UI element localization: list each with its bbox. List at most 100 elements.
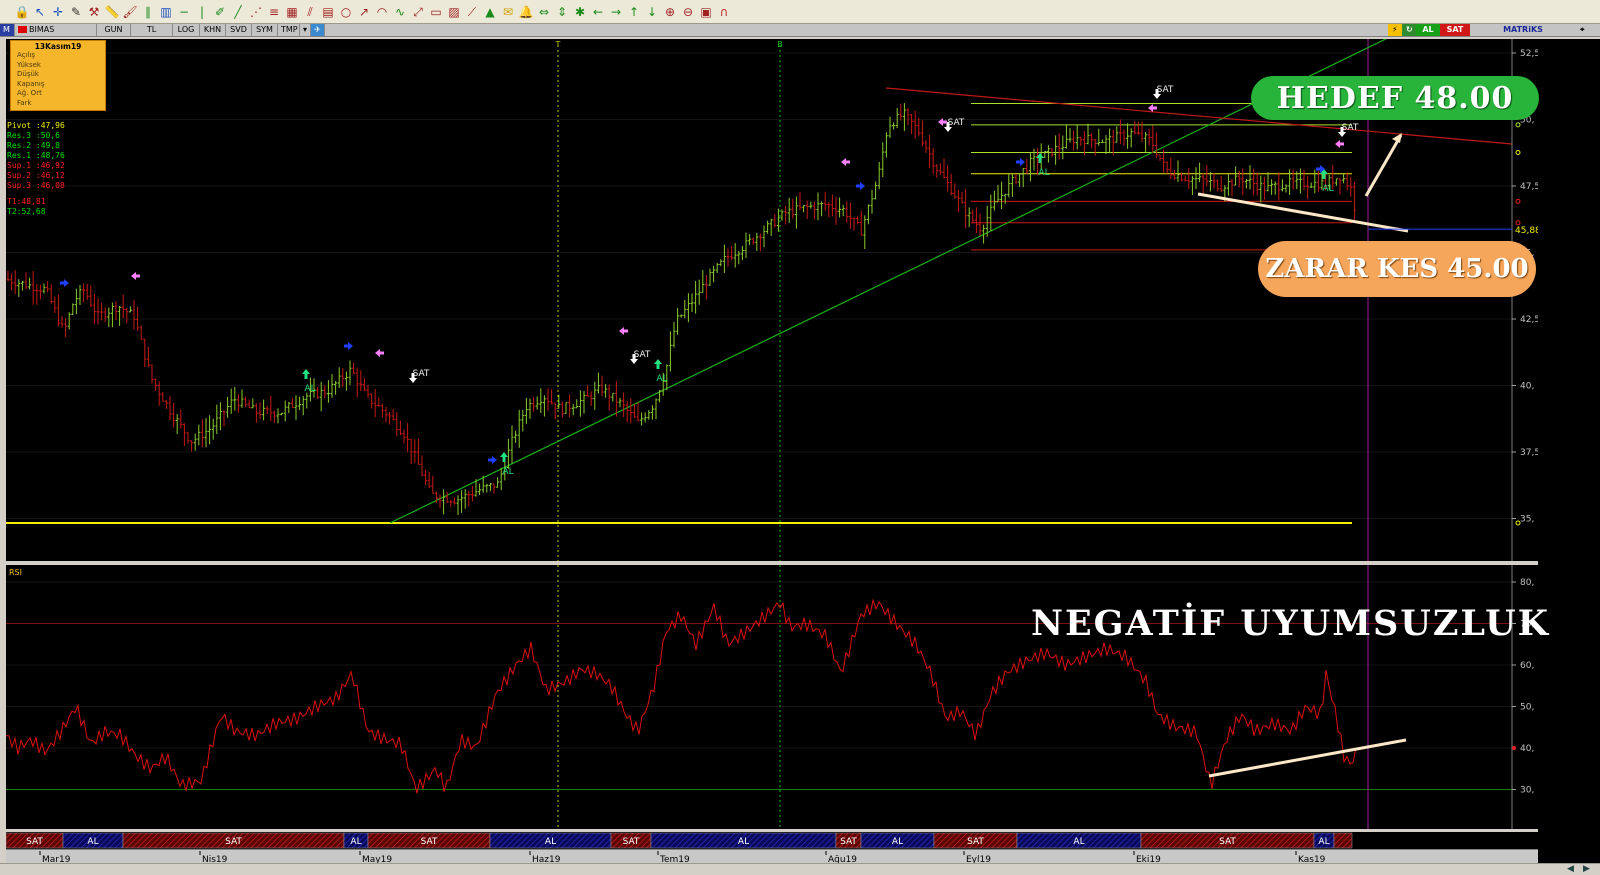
log-button[interactable]: LOG bbox=[173, 24, 200, 36]
price-bar bbox=[236, 394, 240, 413]
price-bar bbox=[186, 432, 190, 444]
price-bar bbox=[622, 392, 626, 417]
window-menu-button[interactable]: M bbox=[0, 24, 15, 36]
magnet-icon[interactable]: ∩ bbox=[716, 4, 732, 20]
cycle-icon[interactable]: ○ bbox=[338, 4, 354, 20]
period-selector[interactable]: GUN bbox=[97, 24, 131, 36]
pencil-icon[interactable]: ✎ bbox=[68, 4, 84, 20]
ruler-icon[interactable]: 📏 bbox=[104, 4, 120, 20]
lightning-icon[interactable]: ⚡ bbox=[1388, 24, 1402, 36]
zoom-in-icon[interactable]: ⊕ bbox=[662, 4, 678, 20]
price-bar bbox=[636, 402, 640, 422]
hammer-icon[interactable]: ⚒ bbox=[86, 4, 102, 20]
regression-icon[interactable]: ⤢ bbox=[410, 4, 426, 20]
time-axis-label: Mar19 bbox=[42, 855, 71, 863]
up-down-icon[interactable]: ⇕ bbox=[554, 4, 570, 20]
price-axis-label: 52,5 bbox=[1520, 49, 1538, 59]
pink-marker-icon bbox=[1335, 140, 1344, 148]
arc-icon[interactable]: ◠ bbox=[374, 4, 390, 20]
lock-icon[interactable]: 🔒 bbox=[14, 4, 30, 20]
price-bar bbox=[935, 163, 939, 178]
vline-icon[interactable]: | bbox=[194, 4, 210, 20]
refresh-icon[interactable]: ↻ bbox=[1402, 24, 1416, 36]
channel-icon[interactable]: ⫽ bbox=[302, 4, 318, 20]
arrow-right-icon[interactable]: → bbox=[608, 4, 624, 20]
minus-icon[interactable]: − bbox=[176, 4, 192, 20]
time-axis-label: Eki19 bbox=[1136, 855, 1161, 863]
price-bar bbox=[820, 201, 824, 217]
zoom-out-icon[interactable]: ⊖ bbox=[680, 4, 696, 20]
price-bar bbox=[978, 213, 982, 236]
hatch-icon[interactable]: ▨ bbox=[446, 4, 462, 20]
fib-icon[interactable]: ≡ bbox=[266, 4, 282, 20]
star-icon[interactable]: ✱ bbox=[572, 4, 588, 20]
arrow-down-icon[interactable]: ↓ bbox=[644, 4, 660, 20]
bell-icon[interactable]: 🔔 bbox=[518, 4, 534, 20]
info-row-high: Yüksek bbox=[17, 60, 41, 69]
symbol-selector[interactable]: BIMAS bbox=[15, 24, 97, 36]
scroll-left-icon[interactable]: ◀ bbox=[1567, 864, 1574, 875]
arrow-up-icon[interactable]: ↑ bbox=[626, 4, 642, 20]
pin-icon[interactable]: ⌖ bbox=[1576, 24, 1600, 36]
frame-icon[interactable]: ▣ bbox=[698, 4, 714, 20]
price-bar bbox=[776, 208, 780, 232]
gann-icon[interactable]: ▦ bbox=[284, 4, 300, 20]
price-bar bbox=[1090, 133, 1094, 149]
price-bar bbox=[64, 318, 68, 338]
grid-icon[interactable]: ▤ bbox=[320, 4, 336, 20]
sat-signal-button[interactable]: SAT bbox=[1440, 24, 1470, 36]
speed-icon[interactable]: ↗ bbox=[356, 4, 372, 20]
price-bar bbox=[190, 440, 194, 452]
price-bar bbox=[751, 237, 755, 245]
price-bar bbox=[928, 134, 932, 169]
price-bar bbox=[46, 281, 50, 293]
blue-marker-icon bbox=[856, 182, 865, 190]
price-bar bbox=[1237, 170, 1241, 188]
fit-icon[interactable]: ⇔ bbox=[536, 4, 552, 20]
price-bar bbox=[1025, 158, 1029, 174]
price-bar bbox=[884, 132, 888, 158]
elliott-icon[interactable]: ∿ bbox=[392, 4, 408, 20]
bars-icon[interactable]: ▥ bbox=[158, 4, 174, 20]
crosshair-icon[interactable]: ✛ bbox=[50, 4, 66, 20]
price-bar bbox=[215, 404, 219, 435]
price-bar bbox=[161, 391, 165, 402]
note-icon[interactable]: ✉ bbox=[500, 4, 516, 20]
trend-icon[interactable]: ╱ bbox=[230, 4, 246, 20]
tmp-button[interactable]: TMP bbox=[278, 24, 300, 36]
price-bar bbox=[280, 412, 284, 416]
price-bar bbox=[1144, 131, 1148, 152]
al-signal-button[interactable]: AL bbox=[1416, 24, 1440, 36]
price-bar bbox=[697, 279, 701, 305]
zigzag-icon[interactable]: ⟋ bbox=[464, 4, 480, 20]
price-bar bbox=[211, 418, 215, 440]
strip-segment-sat: SAT bbox=[933, 832, 1018, 849]
parallel-icon[interactable]: ∥ bbox=[140, 4, 156, 20]
bucket-icon[interactable]: ▲ bbox=[482, 4, 498, 20]
level-marker-icon bbox=[1515, 220, 1521, 226]
price-bar bbox=[179, 409, 183, 429]
brush-icon[interactable]: 🖌 bbox=[122, 4, 138, 20]
pen-icon[interactable]: ✐ bbox=[212, 4, 228, 20]
sym-button[interactable]: SYM bbox=[252, 24, 278, 36]
price-bar bbox=[780, 209, 784, 221]
arrow-left-icon[interactable]: ← bbox=[590, 4, 606, 20]
khn-button[interactable]: KHN bbox=[200, 24, 226, 36]
fan-icon[interactable]: ⋰ bbox=[248, 4, 264, 20]
scroll-right-icon[interactable]: ▶ bbox=[1583, 864, 1590, 875]
cursor-icon[interactable]: ↖ bbox=[32, 4, 48, 20]
bird-icon[interactable]: ✈ bbox=[311, 24, 325, 36]
pink-marker-icon bbox=[841, 158, 850, 166]
strip-segment-label: SAT bbox=[623, 837, 640, 847]
strip-segment-label: SAT bbox=[840, 837, 857, 847]
price-bar bbox=[1313, 169, 1317, 194]
price-bar bbox=[586, 385, 590, 397]
price-bar bbox=[1288, 169, 1292, 195]
svd-button[interactable]: SVD bbox=[226, 24, 252, 36]
box-icon[interactable]: ▭ bbox=[428, 4, 444, 20]
bottom-scrollbar[interactable]: ◀ ▶ bbox=[0, 863, 1600, 875]
price-bar bbox=[787, 197, 791, 223]
currency-selector[interactable]: TL bbox=[131, 24, 173, 36]
strip-segment-al: AL bbox=[62, 832, 124, 849]
dropdown-icon[interactable]: ▾ bbox=[300, 24, 311, 36]
